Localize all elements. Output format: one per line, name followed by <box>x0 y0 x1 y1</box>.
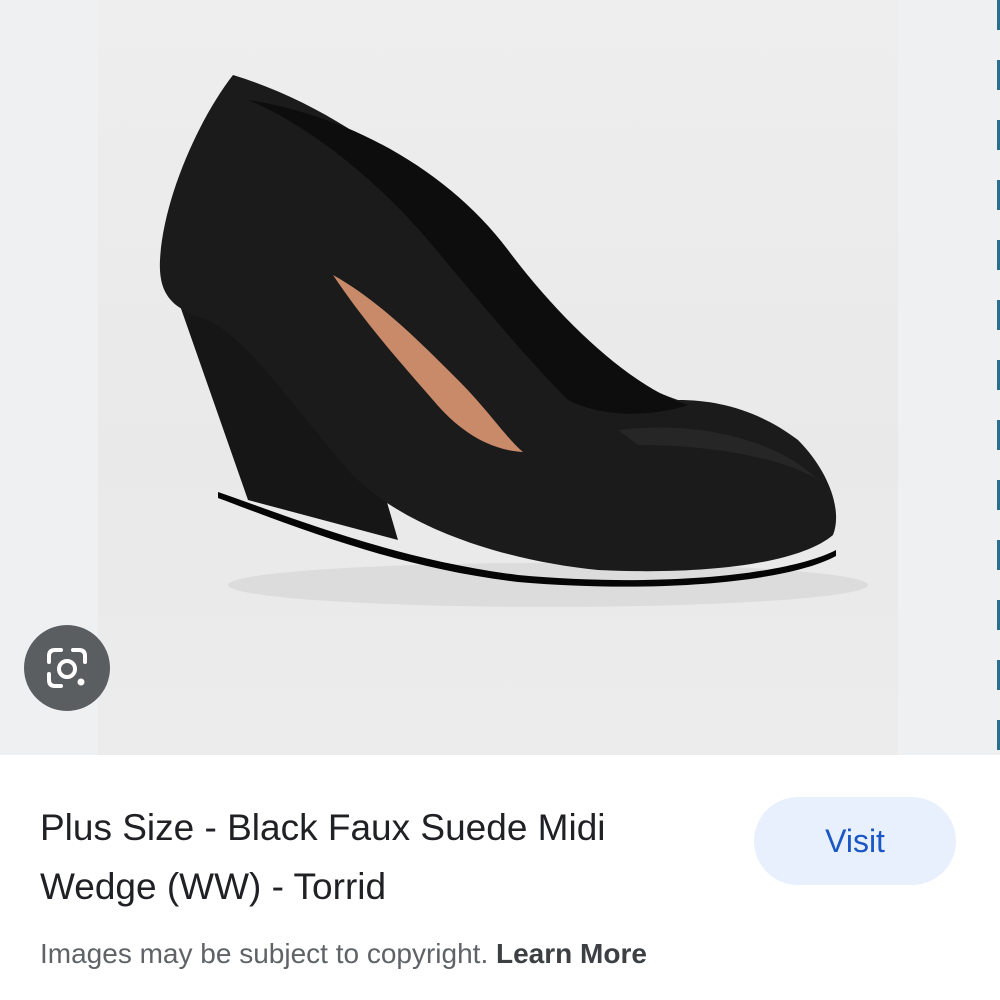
result-title[interactable]: Plus Size - Black Faux Suede Midi Wedge … <box>40 798 700 916</box>
google-lens-button[interactable] <box>24 625 110 711</box>
copyright-text: Images may be subject to copyright. <box>40 938 489 969</box>
google-lens-icon <box>47 648 87 688</box>
visit-button[interactable]: Visit <box>754 797 956 885</box>
shoe-image <box>159 75 868 607</box>
product-photo[interactable] <box>98 0 898 755</box>
learn-more-link[interactable]: Learn More <box>496 938 647 969</box>
image-preview <box>0 0 1000 755</box>
copyright-notice: Images may be subject to copyright. Lear… <box>40 938 647 970</box>
